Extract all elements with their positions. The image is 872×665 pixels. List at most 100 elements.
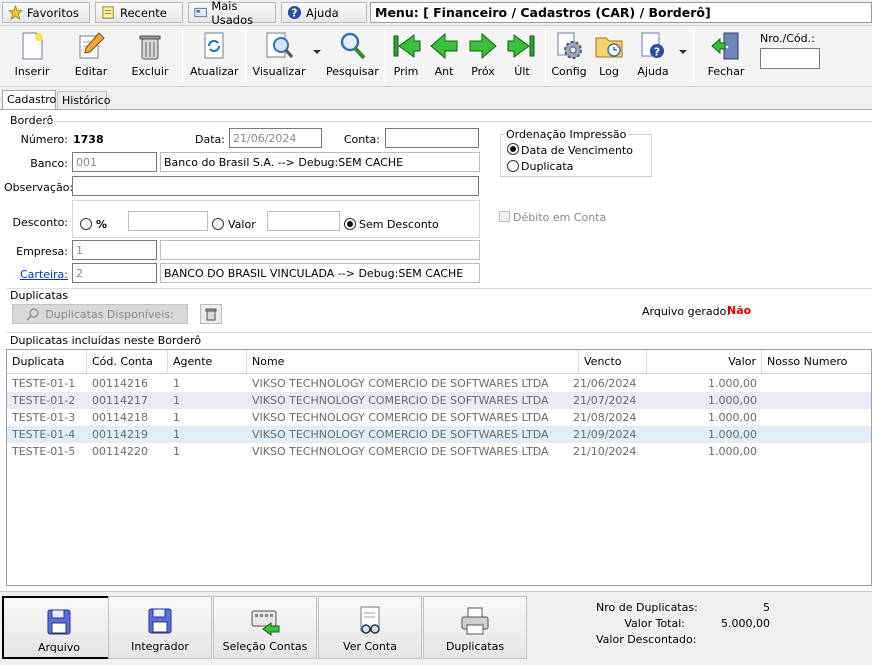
column-header[interactable]: Cód. Conta — [87, 350, 168, 374]
table-row[interactable]: TESTE-01-2 00114217 1 VIKSO TECHNOLOGY C… — [7, 392, 871, 409]
desconto-percent-radio[interactable] — [80, 218, 92, 230]
carteira-code-field[interactable]: 2 — [72, 263, 157, 283]
column-header[interactable]: Valor — [647, 350, 762, 374]
duplicata-cell: TESTE-01-5 — [12, 445, 76, 458]
agente-cell: 1 — [173, 377, 180, 390]
desconto-percent-field[interactable] — [128, 211, 208, 231]
insert-label: Inserir — [14, 65, 50, 78]
duplicata-cell: TESTE-01-3 — [12, 411, 76, 424]
duplicatas-incluidas-title: Duplicatas incluídas neste Borderô — [10, 334, 202, 347]
empresa-code-field[interactable]: 1 — [72, 240, 157, 260]
banco-code-field[interactable]: 001 — [72, 152, 157, 172]
integrador-button[interactable]: Integrador — [108, 596, 212, 659]
section-divider — [42, 121, 872, 122]
next-record-button[interactable]: Próx — [467, 30, 499, 82]
search-label: Pesquisar — [326, 65, 379, 78]
section-divider — [6, 288, 872, 289]
new-document-icon — [22, 32, 43, 60]
help-button[interactable]: ? Ajuda — [634, 30, 672, 82]
last-record-button[interactable]: Últ — [506, 30, 538, 82]
selecao-contas-button[interactable]: Seleção Contas — [213, 596, 317, 659]
config-button[interactable]: Config — [550, 30, 588, 82]
last-label: Últ — [514, 65, 530, 78]
sem-desconto-radio[interactable] — [344, 218, 356, 230]
search-icon — [26, 308, 40, 321]
data-field[interactable]: 21/06/2024 — [229, 128, 322, 148]
delete-button[interactable]: Excluir — [127, 30, 173, 82]
duplicatas-disponiveis-button[interactable]: Duplicatas Disponíveis: — [12, 304, 188, 324]
conta-field[interactable] — [385, 128, 479, 148]
help-menu-button[interactable]: ? Ajuda — [281, 2, 367, 23]
insert-button[interactable]: Inserir — [9, 30, 55, 82]
vencto-cell: 21/06/2024 — [573, 377, 637, 390]
menu-path: Menu: [ Financeiro / Cadastros (CAR) / B… — [370, 2, 872, 23]
table-row[interactable]: TESTE-01-1 00114216 1 VIKSO TECHNOLOGY C… — [7, 375, 871, 392]
duplicatas-disponiveis-label: Duplicatas Disponíveis: — [45, 307, 174, 321]
agente-cell: 1 — [173, 428, 180, 441]
most-used-icon — [194, 7, 207, 18]
help-label: Ajuda — [637, 65, 669, 78]
refresh-button[interactable]: Atualizar — [190, 30, 239, 82]
ordenacao-vencimento-label: Data de Vencimento — [521, 144, 634, 157]
column-header[interactable]: Duplicata — [7, 350, 87, 374]
desconto-label: Desconto: — [12, 216, 68, 229]
cod-conta-cell: 00114216 — [92, 377, 148, 390]
previous-record-button[interactable]: Ant — [428, 30, 460, 82]
nro-duplicatas-value: 5 — [763, 601, 770, 614]
view-button[interactable]: Visualizar — [252, 30, 306, 82]
floppy-disk-icon — [47, 609, 71, 635]
ordenacao-title: Ordenação Impressão — [504, 128, 629, 141]
column-header[interactable]: Nosso Numero — [762, 350, 871, 374]
ordenacao-vencimento-radio[interactable] — [507, 143, 519, 155]
nome-cell: VIKSO TECHNOLOGY COMERCIO DE SOFTWARES L… — [252, 377, 549, 390]
duplicatas-section-title: Duplicatas — [10, 289, 69, 302]
toolbar-separator — [245, 30, 246, 82]
debito-em-conta-label: Débito em Conta — [513, 211, 607, 224]
svg-text:?: ? — [654, 46, 660, 59]
nro-cod-input[interactable] — [760, 48, 820, 69]
ver-conta-label: Ver Conta — [343, 640, 397, 653]
numero-label: Número: — [20, 133, 68, 146]
carteira-link[interactable]: Carteira: — [10, 268, 68, 281]
table-row[interactable]: TESTE-01-4 00114219 1 VIKSO TECHNOLOGY C… — [7, 426, 871, 443]
debito-em-conta-checkbox[interactable] — [499, 211, 510, 222]
nome-cell: VIKSO TECHNOLOGY COMERCIO DE SOFTWARES L… — [252, 394, 549, 407]
selecao-contas-label: Seleção Contas — [222, 640, 308, 653]
bottom-bar: Arquivo Integrador Seleção Contas Ver Co… — [0, 591, 872, 665]
column-header[interactable]: Vencto — [579, 350, 647, 374]
folder-clock-icon — [595, 37, 623, 58]
numero-value: 1738 — [73, 133, 104, 146]
ver-conta-button[interactable]: Ver Conta — [318, 596, 422, 659]
clear-list-button[interactable] — [200, 304, 222, 324]
desconto-valor-radio[interactable] — [212, 218, 224, 230]
most-used-button[interactable]: Mais Usados — [188, 0, 276, 27]
valor-total-value: 5.000,00 — [721, 617, 770, 630]
recent-button[interactable]: Recente — [95, 2, 183, 23]
search-button[interactable]: Pesquisar — [326, 30, 379, 82]
desconto-valor-field[interactable] — [267, 211, 340, 231]
close-button[interactable]: Fechar — [704, 30, 748, 82]
table-row[interactable]: TESTE-01-5 00114220 1 VIKSO TECHNOLOGY C… — [7, 443, 871, 460]
table-row[interactable]: TESTE-01-3 00114218 1 VIKSO TECHNOLOGY C… — [7, 409, 871, 426]
banco-name-field: Banco do Brasil S.A. --> Debug:SEM CACHE — [160, 152, 480, 172]
first-record-button[interactable]: Prim — [390, 30, 422, 82]
duplicatas-grid: Duplicata Cód. Conta Agente Nome Vencto … — [6, 349, 872, 586]
tab-historico[interactable]: Histórico — [57, 91, 110, 109]
edit-button[interactable]: Editar — [68, 30, 114, 82]
column-header[interactable]: Agente — [168, 350, 247, 374]
help-dropdown-arrow[interactable] — [679, 50, 687, 54]
favorites-button[interactable]: Favoritos — [2, 2, 90, 23]
column-header[interactable]: Nome — [247, 350, 579, 374]
duplicatas-button[interactable]: Duplicatas — [423, 596, 527, 659]
edit-label: Editar — [74, 65, 108, 78]
observacao-field[interactable] — [72, 176, 479, 196]
view-label: Visualizar — [252, 65, 306, 78]
arquivo-button[interactable]: Arquivo — [2, 596, 116, 659]
keyboard-arrow-icon — [251, 610, 280, 636]
tab-cadastro[interactable]: Cadastro — [2, 90, 56, 110]
data-label: Data: — [195, 133, 225, 146]
log-button[interactable]: Log — [592, 30, 626, 82]
ordenacao-duplicata-radio[interactable] — [507, 160, 519, 172]
nosso-numero-cell — [762, 443, 772, 460]
view-dropdown-arrow[interactable] — [313, 50, 321, 54]
